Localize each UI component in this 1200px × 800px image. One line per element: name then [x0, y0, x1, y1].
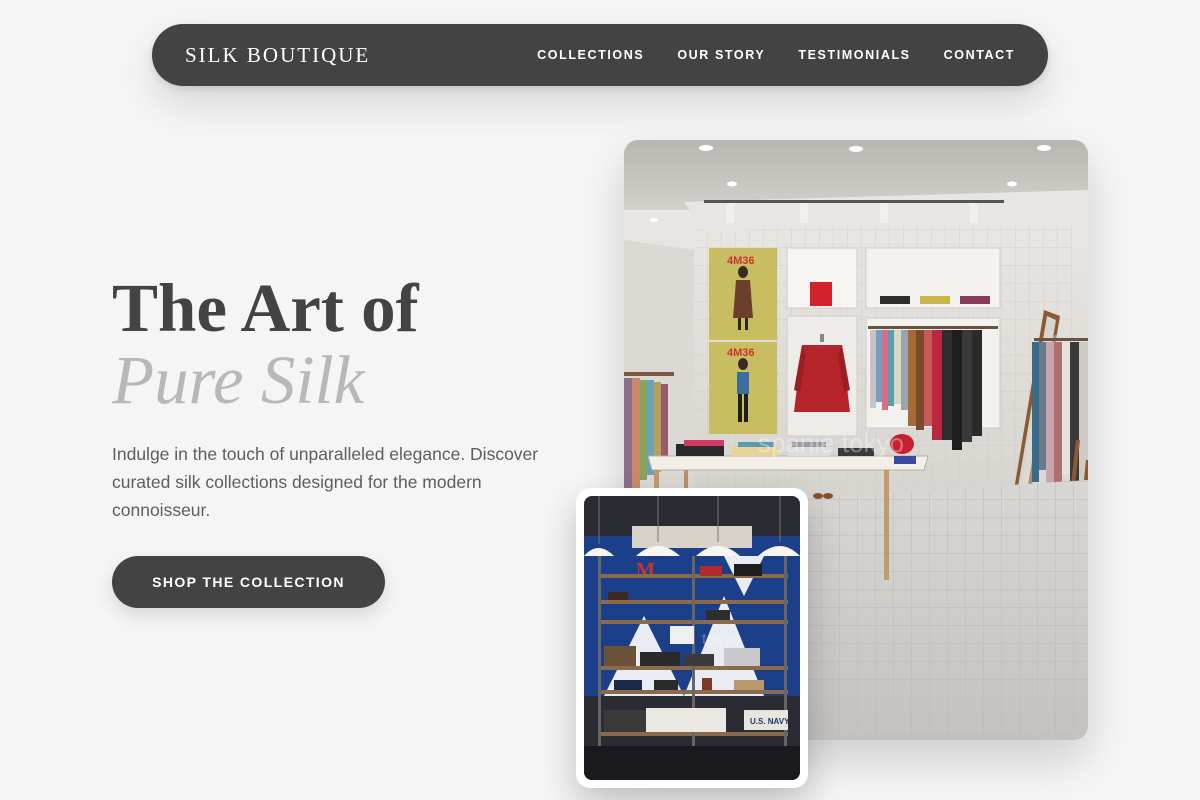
shelf-display-image: M U.S. NAVY tokyo — [584, 496, 800, 780]
nav-link-contact[interactable]: CONTACT — [944, 48, 1015, 62]
brand-logo[interactable]: SILK BOUTIQUE — [185, 43, 370, 68]
hero-title: The Art of — [112, 270, 419, 346]
poster-text-bottom: 4M36 — [727, 347, 755, 359]
top-nav: SILK BOUTIQUE COLLECTIONS OUR STORY TEST… — [152, 24, 1048, 86]
nav-link-testimonials[interactable]: TESTIMONIALS — [798, 48, 910, 62]
hero-title-accent: Pure Silk — [112, 342, 365, 418]
secondary-image-frame: M U.S. NAVY tokyo — [576, 488, 808, 788]
hero-description: Indulge in the touch of unparalleled ele… — [112, 444, 539, 520]
image-watermark: spanie tokyo — [758, 428, 904, 458]
shelf-label-text: U.S. NAVY — [750, 717, 790, 726]
shop-collection-button[interactable]: SHOP THE COLLECTION — [112, 556, 385, 608]
poster-text-top: 4M36 — [727, 255, 755, 267]
nav-links: COLLECTIONS OUR STORY TESTIMONIALS CONTA… — [537, 48, 1015, 62]
nav-link-our-story[interactable]: OUR STORY — [677, 48, 765, 62]
nav-link-collections[interactable]: COLLECTIONS — [537, 48, 644, 62]
landing-page: SILK BOUTIQUE COLLECTIONS OUR STORY TEST… — [0, 0, 1200, 800]
secondary-image-watermark: tokyo — [702, 631, 740, 648]
